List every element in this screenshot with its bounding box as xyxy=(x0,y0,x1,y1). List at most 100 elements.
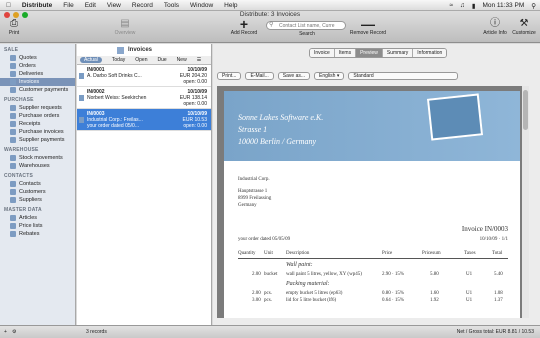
menu-edit[interactable]: Edit xyxy=(85,2,96,9)
list-menu-icon[interactable]: ☰ xyxy=(197,57,201,63)
menu-view[interactable]: View xyxy=(107,2,121,9)
sidebar-item-warehouses[interactable]: Warehouses xyxy=(0,162,75,170)
sidebar-section-master-data[interactable]: MASTER DATA xyxy=(0,204,75,214)
line-price: 2.90 · 15% xyxy=(382,272,405,277)
filter-due[interactable]: Due xyxy=(157,57,166,63)
sidebar-item-deliveries[interactable]: Deliveries xyxy=(0,70,75,78)
tab-items[interactable]: Items xyxy=(334,49,357,57)
list-item[interactable]: IN/0001 10/10/09 A. Darbo Soft Drinks C..… xyxy=(77,65,211,87)
search-input[interactable] xyxy=(266,21,346,30)
invoices-icon xyxy=(117,46,124,54)
orders-icon xyxy=(10,63,16,69)
sidebar-item-suppliers[interactable]: Suppliers xyxy=(0,196,75,204)
contacts-icon xyxy=(10,181,16,187)
sidebar-item-orders[interactable]: Orders xyxy=(0,62,75,70)
remove-record-button[interactable]: — Remove Record xyxy=(348,17,388,36)
invoice-date: 10/10/09 · 1/1 xyxy=(479,237,508,242)
filter-open[interactable]: Open xyxy=(135,57,147,63)
add-record-button[interactable]: + Add Record xyxy=(228,17,260,36)
add-icon[interactable]: + xyxy=(4,329,7,335)
tab-preview[interactable]: Preview xyxy=(356,49,383,57)
status-bar: + ⚙ 3 records Net / Gross total: EUR 8.8… xyxy=(0,325,540,338)
menu-app-name[interactable]: Distribute xyxy=(22,2,52,9)
save-as-button[interactable]: Save as... xyxy=(277,71,311,80)
tab-information[interactable]: Information xyxy=(413,49,447,57)
volume-icon[interactable]: ♫ xyxy=(460,2,465,9)
menu-record[interactable]: Record xyxy=(132,2,153,9)
detail-tabs: Invoice Items Preview Summary Informatio… xyxy=(309,48,448,58)
document-header: Sonne Lakes Software e.K. Strasse 1 1000… xyxy=(224,91,520,161)
sidebar-item-customers[interactable]: Customers xyxy=(0,188,75,196)
articles-icon xyxy=(10,215,16,221)
sidebar-section-purchase[interactable]: PURCHASE xyxy=(0,94,75,104)
col-price: Price xyxy=(382,251,393,256)
line-quantity: 2.00 xyxy=(252,272,261,277)
email-button[interactable]: E-Mail... xyxy=(245,71,274,80)
print-preview-button[interactable]: Print... xyxy=(217,71,242,80)
menu-help[interactable]: Help xyxy=(224,2,237,9)
record-count: 3 records xyxy=(86,329,107,335)
line-total: 5.40 xyxy=(494,272,503,277)
sidebar-section-sale[interactable]: SALE xyxy=(0,44,75,54)
sidebar-item-receipts[interactable]: Receipts xyxy=(0,120,75,128)
invoice-icon xyxy=(79,95,84,101)
overview-button[interactable]: ▤ Overview xyxy=(112,18,138,36)
invoice-list: Invoices Actual Today Open Due New ☰ IN/… xyxy=(77,44,212,325)
format-select[interactable]: Standard xyxy=(348,71,459,80)
line-unit: bucket xyxy=(264,272,278,277)
tab-summary[interactable]: Summary xyxy=(382,49,414,57)
menu-window[interactable]: Window xyxy=(190,2,213,9)
sidebar-item-supplier-payments[interactable]: Supplier payments xyxy=(0,136,75,144)
sidebar-item-purchase-invoices[interactable]: Purchase invoices xyxy=(0,128,75,136)
preview-scrollbar[interactable] xyxy=(522,86,529,318)
sidebar-section-contacts[interactable]: CONTACTS xyxy=(0,170,75,180)
scrollbar-thumb[interactable] xyxy=(523,90,528,130)
sidebar-section-warehouse[interactable]: WAREHOUSE xyxy=(0,144,75,154)
line-quantity: 3.00 xyxy=(252,298,261,303)
totals: Net / Gross total: EUR 8.81 / 10.53 xyxy=(456,329,534,335)
invoice-document: Sonne Lakes Software e.K. Strasse 1 1000… xyxy=(224,91,520,318)
filter-bar: Actual Today Open Due New ☰ xyxy=(77,56,211,65)
filter-new[interactable]: New xyxy=(177,57,187,63)
menu-datetime[interactable]: Mon 11:33 PM xyxy=(482,2,524,9)
sidebar-item-rebates[interactable]: Rebates xyxy=(0,230,75,238)
print-button[interactable]: ⎙ Print xyxy=(4,18,24,36)
sidebar-item-purchase-orders[interactable]: Purchase orders xyxy=(0,112,75,120)
list-header: Invoices xyxy=(77,44,211,56)
col-total: Total xyxy=(492,251,503,256)
filter-actual[interactable]: Actual xyxy=(80,57,102,63)
language-select[interactable]: English ▾ xyxy=(314,71,345,80)
customize-button[interactable]: ⚒ Customize xyxy=(510,18,538,36)
invoice-icon xyxy=(79,117,84,123)
stock-icon xyxy=(10,155,16,161)
sidebar-item-contacts[interactable]: Contacts xyxy=(0,180,75,188)
list-item[interactable]: IN/0002 10/10/09 Norbert Weiss: Seekirche… xyxy=(77,87,211,109)
line-price: 0.80 · 15% xyxy=(382,291,405,296)
payments-icon xyxy=(10,87,16,93)
article-info-button[interactable]: ⓘ Article Info xyxy=(482,18,508,36)
purchase-invoices-icon xyxy=(10,129,16,135)
menu-tools[interactable]: Tools xyxy=(164,2,179,9)
battery-icon[interactable]: ▮ xyxy=(472,2,476,10)
wifi-icon[interactable]: ≈ xyxy=(449,2,453,9)
tab-invoice[interactable]: Invoice xyxy=(310,49,335,57)
apple-icon[interactable]:  xyxy=(6,2,11,9)
settings-icon[interactable]: ⚙ xyxy=(12,329,16,335)
col-taxes: Taxes xyxy=(464,251,476,256)
sidebar-item-customer-payments[interactable]: Customer payments xyxy=(0,86,75,94)
line-pricesum: 1.92 xyxy=(430,298,439,303)
spotlight-icon[interactable]: ⚲ xyxy=(531,2,536,10)
sidebar-item-price-lists[interactable]: Price lists xyxy=(0,222,75,230)
order-reference: your order dated 05/05/09 xyxy=(238,237,291,242)
line-tax: U1 xyxy=(466,291,473,296)
line-pricesum: 1.60 xyxy=(430,291,439,296)
sidebar-item-supplier-requests[interactable]: Supplier requests xyxy=(0,104,75,112)
sidebar-item-quotes[interactable]: Quotes xyxy=(0,54,75,62)
sidebar-item-articles[interactable]: Articles xyxy=(0,214,75,222)
sidebar-item-invoices[interactable]: Invoices xyxy=(0,78,75,86)
requests-icon xyxy=(10,105,16,111)
menu-file[interactable]: File xyxy=(63,2,73,9)
filter-today[interactable]: Today xyxy=(112,57,125,63)
sidebar-item-stock-movements[interactable]: Stock movements xyxy=(0,154,75,162)
list-item[interactable]: IN/0003 10/10/09 Industrial Corp.: Freila… xyxy=(77,109,211,131)
